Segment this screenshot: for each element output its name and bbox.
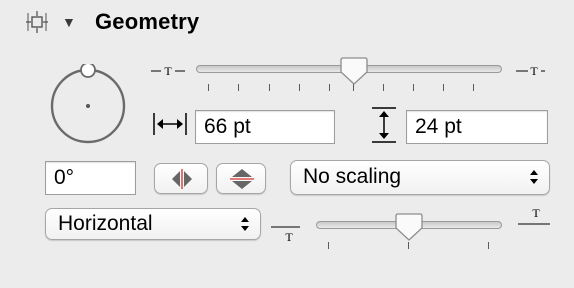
disclosure-triangle-expanded-icon[interactable]: ▼ xyxy=(62,13,76,31)
slider-tick xyxy=(299,84,300,91)
tracking-loose-icon: T xyxy=(515,63,555,79)
slider-tick xyxy=(413,84,414,91)
baseline-slider[interactable] xyxy=(316,212,502,256)
popup-updown-arrows-icon xyxy=(529,168,539,186)
flip-horizontal-icon xyxy=(170,169,194,189)
scaling-popup[interactable]: No scaling xyxy=(290,160,550,195)
horizontal-size-arrows-icon xyxy=(152,110,188,138)
height-field[interactable]: 24 pt xyxy=(406,110,548,144)
baseline-slider-thumb[interactable] xyxy=(395,212,423,242)
tracking-slider[interactable] xyxy=(196,56,502,98)
flip-vertical-button[interactable] xyxy=(216,163,266,194)
popup-updown-arrows-icon xyxy=(240,215,250,233)
tracking-tight-icon: T xyxy=(150,63,186,79)
vertical-size-arrows-icon xyxy=(368,106,400,144)
rotation-field[interactable]: 0° xyxy=(45,161,136,195)
scaling-popup-value: No scaling xyxy=(303,165,402,188)
svg-text:T: T xyxy=(285,230,293,244)
baseline-high-icon: T xyxy=(516,206,552,228)
slider-tick xyxy=(269,84,270,91)
slider-tick xyxy=(208,84,209,91)
flip-vertical-icon xyxy=(230,168,254,190)
geometry-inspector-panel: ▼ Geometry T T 66 pt 24 pt 0° No scaling… xyxy=(0,0,574,288)
rotation-wheel-icon[interactable] xyxy=(48,62,128,144)
flip-horizontal-button[interactable] xyxy=(154,163,208,194)
orientation-popup-value: Horizontal xyxy=(58,212,153,235)
svg-text:T: T xyxy=(164,64,172,78)
slider-tick xyxy=(488,242,489,249)
baseline-low-icon: T xyxy=(270,222,304,244)
section-title: Geometry xyxy=(95,9,200,34)
width-field[interactable]: 66 pt xyxy=(195,110,335,144)
slider-tick xyxy=(383,84,384,91)
orientation-popup[interactable]: Horizontal xyxy=(45,208,261,240)
slider-tick xyxy=(443,84,444,91)
slider-tick xyxy=(473,84,474,91)
geometry-icon xyxy=(25,10,49,34)
tracking-slider-thumb[interactable] xyxy=(340,56,368,86)
slider-tick xyxy=(408,242,409,249)
slider-tick xyxy=(238,84,239,91)
svg-text:T: T xyxy=(530,64,538,78)
svg-text:T: T xyxy=(532,206,540,220)
slider-tick xyxy=(328,242,329,249)
slider-tick xyxy=(329,84,330,91)
